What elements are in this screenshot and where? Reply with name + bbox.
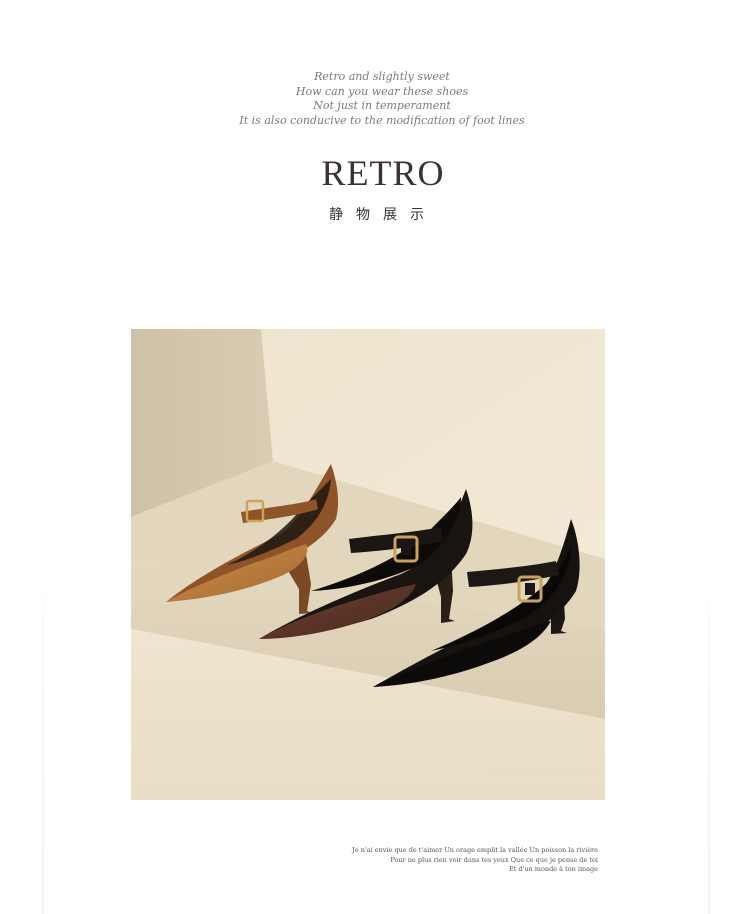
caption-line: Je n'ai envie que de t'aimer Un orage em…: [352, 846, 598, 854]
page-subtitle: 静物展示: [329, 207, 437, 223]
intro-line: Not just in temperament: [313, 99, 451, 112]
right-edge-shadow: [708, 560, 710, 914]
intro-text: Retro and slightly sweet How can you wea…: [0, 70, 750, 128]
page-title: RETRO: [321, 153, 445, 193]
intro-line: It is also conducive to the modification…: [239, 113, 525, 127]
caption-line: Et d'un monde à ton image: [509, 865, 598, 873]
caption-text: Je n'ai envie que de t'aimer Un orage em…: [352, 846, 598, 875]
left-edge-shadow: [42, 560, 44, 914]
caption-line: Pour ne plus rien voir dans tes yeux Que…: [390, 855, 598, 864]
product-photo: [131, 329, 605, 800]
intro-line: How can you wear these shoes: [295, 84, 469, 98]
intro-line: Retro and slightly sweet: [314, 70, 450, 83]
